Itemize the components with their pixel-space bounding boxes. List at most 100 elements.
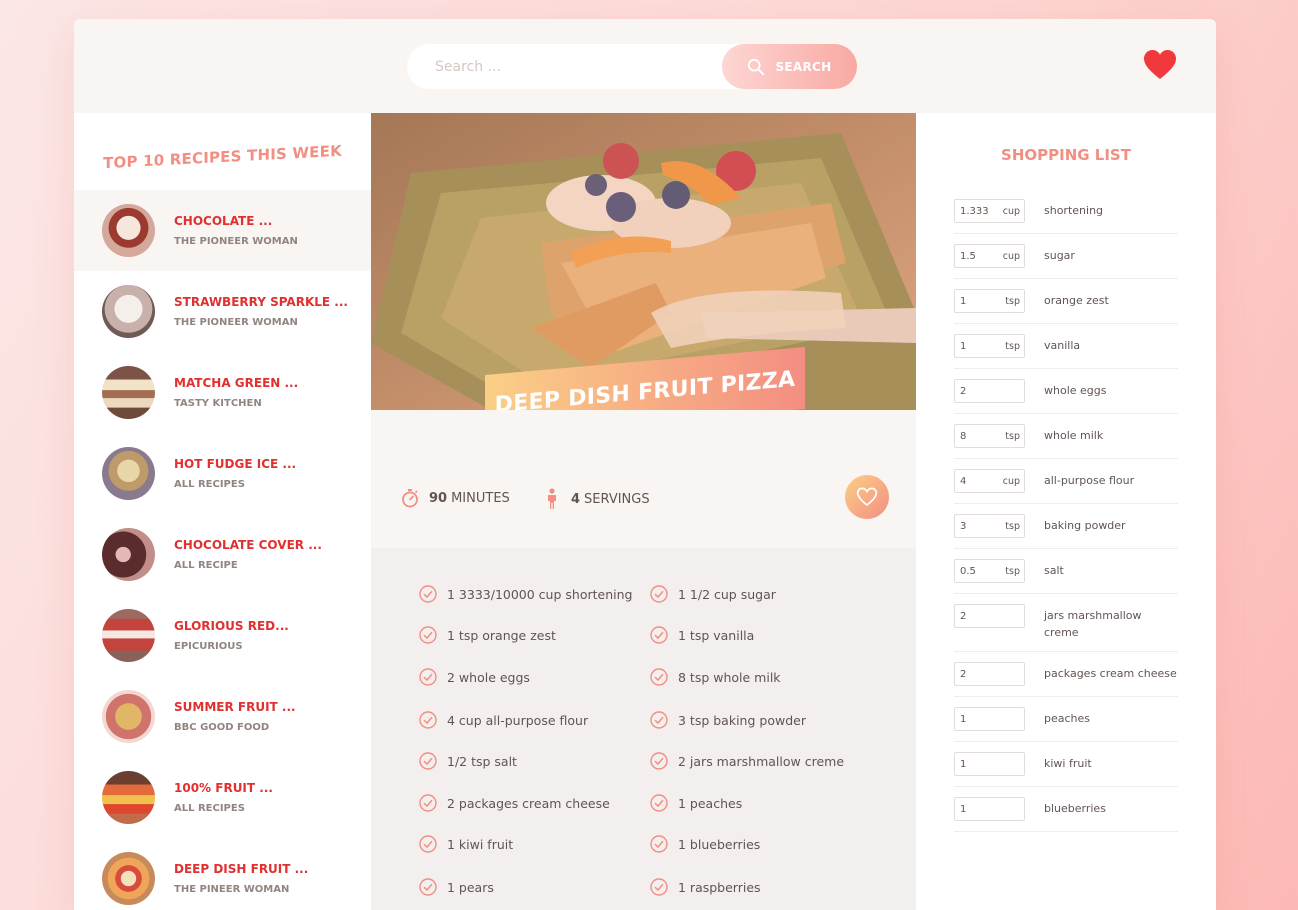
result-name: 100% FRUIT ... [174,781,273,795]
heart-outline-icon [856,487,878,507]
recipe-thumbnail [102,528,155,581]
recipe-servings: 4 [571,491,581,507]
shopping-item-name: packages cream cheese [1044,667,1177,680]
ingredient-item: 2 jars marshmallow creme [650,752,844,770]
recipe-info-minutes: 90 MINUTES [401,488,510,508]
results-title: TOP 10 RECIPES THIS WEEK [103,141,342,173]
result-author: TASTY KITCHEN [174,398,262,409]
ingredient-item: 1 blueberries [650,835,760,853]
result-name: MATCHA GREEN ... [174,376,299,390]
quantity-field[interactable]: 1 tsp [954,334,1025,358]
result-item[interactable]: GLORIOUS RED... EPICURIOUS [74,595,371,676]
ingredient-item: 1 tsp orange zest [419,626,556,644]
check-icon [419,878,437,896]
recipe-thumbnail [102,447,155,500]
search-button-label: SEARCH [775,59,832,74]
recipe-thumbnail [102,285,155,338]
quantity-field[interactable]: 1 [954,797,1025,821]
quantity-field[interactable]: 1.5 cup [954,244,1025,268]
check-icon [650,878,668,896]
recipe-minutes-label: MINUTES [451,490,510,506]
check-icon [650,794,668,812]
quantity-field[interactable]: 2 [954,662,1025,686]
result-item[interactable]: DEEP DISH FRUIT ... THE PINEER WOMAN [74,838,371,910]
recipe-thumbnail [102,690,155,743]
ingredient-item: 1 tsp vanilla [650,626,754,644]
person-icon [548,488,556,509]
result-item[interactable]: MATCHA GREEN ... TASTY KITCHEN [74,352,371,433]
result-author: EPICURIOUS [174,641,243,652]
shopping-item-name: salt [1044,564,1064,577]
result-item[interactable]: STRAWBERRY SPARKLE ... THE PIONEER WOMAN [74,271,371,352]
shopping-item-name: baking powder [1044,519,1126,532]
shopping-item: 4 cup all-purpose flour [954,459,1178,504]
check-icon [650,835,668,853]
result-item[interactable]: 100% FRUIT ... ALL RECIPES [74,757,371,838]
results-list: CHOCOLATE ... THE PIONEER WOMAN STRAWBERR… [74,190,371,910]
results-panel: TOP 10 RECIPES THIS WEEK CHOCOLATE ... TH… [74,113,371,910]
recipe-thumbnail [102,771,155,824]
recipe-thumbnail [102,366,155,419]
ingredient-item: 1/2 tsp salt [419,752,517,770]
recipe-info-servings: 4 SERVINGS [545,488,650,510]
check-icon [650,752,668,770]
quantity-field[interactable]: 1.3333cup [954,199,1025,223]
search-button[interactable]: SEARCH [722,44,857,89]
quantity-field[interactable]: 1 [954,752,1025,776]
quantity-field[interactable]: 3 tsp [954,514,1025,538]
result-name: CHOCOLATE COVER ... [174,538,322,552]
ingredient-item: 1 pears [419,878,494,896]
check-icon [419,711,437,729]
shopping-item-name: peaches [1044,712,1091,725]
shopping-item: 1 tsp vanilla [954,324,1178,369]
recipe-servings-label: SERVINGS [584,491,650,507]
check-icon [419,668,437,686]
shopping-item: 3 tsp baking powder [954,504,1178,549]
result-item[interactable]: HOT FUDGE ICE ... ALL RECIPES [74,433,371,514]
shopping-item: 8 tsp whole milk [954,414,1178,459]
ingredient-item: 4 cup all-purpose flour [419,711,588,729]
recipe-thumbnail [102,609,155,662]
check-icon [419,585,437,603]
recipe-thumbnail [102,852,155,905]
stopwatch-icon [402,489,418,508]
quantity-field[interactable]: 1 tsp [954,289,1025,313]
shopping-item-name: all-purpose flour [1044,474,1135,487]
search-icon [748,58,765,75]
quantity-field[interactable]: 1 [954,707,1025,731]
result-author: BBC GOOD FOOD [174,722,270,733]
result-author: THE PIONEER WOMAN [174,236,298,247]
ingredient-item: 3 tsp baking powder [650,711,806,729]
result-name: HOT FUDGE ICE ... [174,457,297,471]
shopping-list: 1.3333cup shortening 1.5cup sugar 1tsp oran… [954,189,1178,832]
result-author: ALL RECIPES [174,803,245,814]
shopping-item-name: vanilla [1044,339,1081,352]
shopping-item: 1.3333cup shortening [954,189,1178,234]
result-item[interactable]: CHOCOLATE COVER ... ALL RECIPE [74,514,371,595]
result-author: THE PINEER WOMAN [174,884,290,895]
ingredient-item: 2 whole eggs [419,668,530,686]
check-icon [650,626,668,644]
quantity-field[interactable]: 8 tsp [954,424,1025,448]
result-name: SUMMER FRUIT ... [174,700,296,714]
check-icon [650,711,668,729]
result-item[interactable]: SUMMER FRUIT ... BBC GOOD FOOD [74,676,371,757]
shopping-item: 0.5 tsp salt [954,549,1178,594]
quantity-field[interactable]: 4 cup [954,469,1025,493]
bookmark-button[interactable] [845,475,889,519]
quantity-field[interactable]: 2 [954,604,1025,628]
result-author: ALL RECIPES [174,479,245,490]
quantity-field[interactable]: 2 [954,379,1025,403]
result-item[interactable]: CHOCOLATE ... THE PIONEER WOMAN [74,190,371,271]
header: SEARCH [74,19,1216,113]
shopping-item-name: orange zest [1044,294,1109,307]
shopping-item-name: kiwi fruit [1044,757,1092,770]
result-author: ALL RECIPE [174,560,238,571]
ingredient-item: 1 raspberries [650,878,761,896]
shopping-item-name: jars marshmallow creme [1044,609,1142,639]
heart-icon[interactable] [1144,50,1176,80]
search-input[interactable] [407,44,737,89]
check-icon [419,835,437,853]
ingredient-item: 8 tsp whole milk [650,668,781,686]
quantity-field[interactable]: 0.5 tsp [954,559,1025,583]
